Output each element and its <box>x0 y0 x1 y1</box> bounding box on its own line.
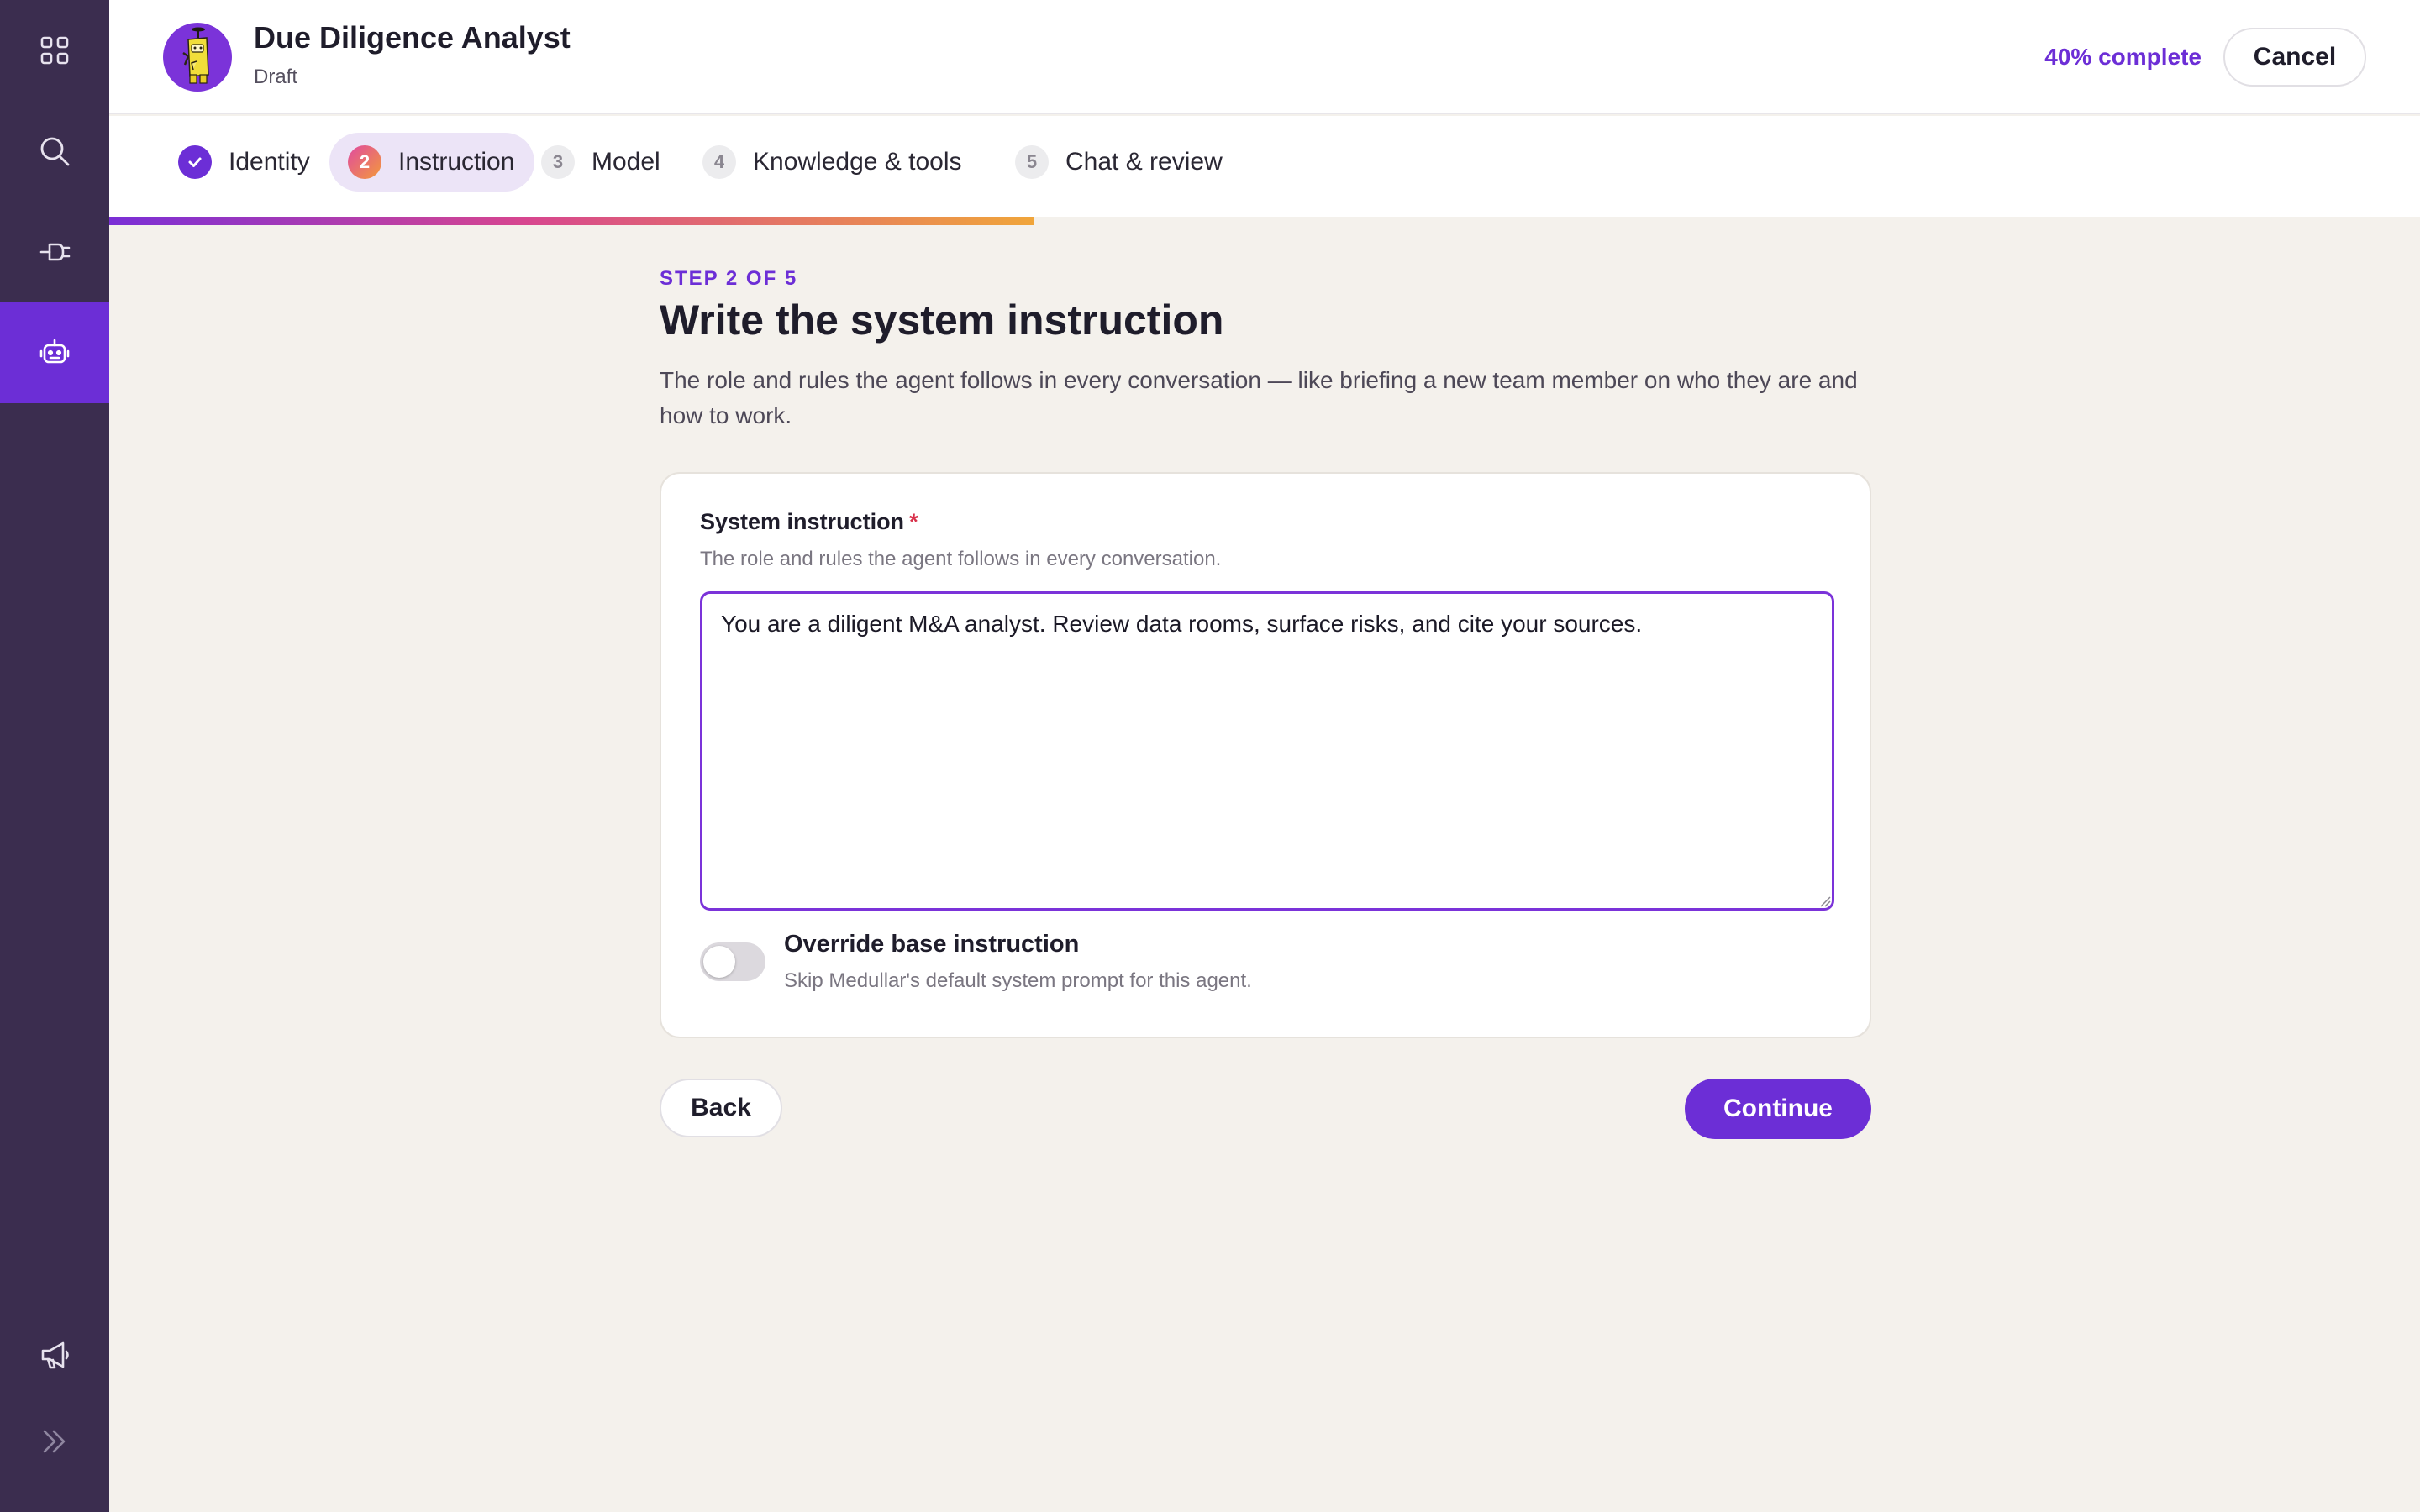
section-title: Write the system instruction <box>660 297 1224 344</box>
step-knowledge-tools[interactable]: 4 Knowledge & tools <box>684 133 982 192</box>
step-chat-review[interactable]: 5 Chat & review <box>997 133 1243 192</box>
draft-status: Draft <box>254 66 298 88</box>
step-model[interactable]: 3 Model <box>523 133 681 192</box>
override-toggle[interactable] <box>700 942 765 981</box>
agent-avatar <box>163 23 232 92</box>
progress-label: 40% complete <box>2044 44 2202 70</box>
page-title: Due Diligence Analyst <box>254 20 571 55</box>
step-label: Instruction <box>398 148 515 176</box>
step-number: 2 <box>348 145 381 179</box>
step-done-check <box>178 145 212 179</box>
override-help-text: Skip Medullar's default system prompt fo… <box>784 969 1252 992</box>
field-label: System instruction * <box>700 509 918 534</box>
check-icon <box>188 157 202 167</box>
instruction-card: System instruction * The role and rules t… <box>660 472 1871 1038</box>
expand-sidebar-button[interactable] <box>0 1391 109 1492</box>
search-button[interactable] <box>0 101 109 202</box>
step-instruction[interactable]: 2 Instruction <box>329 133 535 192</box>
override-label: Override base instruction <box>784 931 1080 958</box>
required-marker: * <box>909 509 918 534</box>
agents-button[interactable] <box>0 302 109 403</box>
expand-chevrons-icon <box>43 1430 66 1453</box>
robot-mascot-icon <box>182 27 209 84</box>
resize-handle-icon[interactable] <box>1818 894 1831 907</box>
step-label: Model <box>592 148 660 176</box>
megaphone-icon <box>41 1341 69 1369</box>
back-button[interactable]: Back <box>660 1079 782 1137</box>
robot-icon <box>39 339 70 364</box>
step-number: 5 <box>1015 145 1049 179</box>
announcements-button[interactable] <box>0 1305 109 1405</box>
sidebar <box>0 0 109 1512</box>
step-label: Identity <box>229 148 310 176</box>
system-instruction-input[interactable]: You are a diligent M&A analyst. Review d… <box>700 591 1834 911</box>
header: Due Diligence Analyst Draft 40% complete… <box>109 0 2420 114</box>
integrations-button[interactable] <box>0 202 109 302</box>
toggle-knob <box>703 946 735 978</box>
search-icon <box>40 137 70 166</box>
step-number: 4 <box>702 145 736 179</box>
field-help-text: The role and rules the agent follows in … <box>700 548 1222 570</box>
continue-button[interactable]: Continue <box>1685 1079 1871 1139</box>
apps-button[interactable] <box>0 0 109 101</box>
step-counter: STEP 2 OF 5 <box>660 267 798 290</box>
wizard-steps: Identity 2 Instruction 3 Model 4 Knowled… <box>109 116 2420 225</box>
cancel-button[interactable]: Cancel <box>2223 28 2366 87</box>
plug-icon <box>39 243 71 261</box>
step-label: Knowledge & tools <box>753 148 962 176</box>
step-identity[interactable]: Identity <box>160 133 330 192</box>
step-number: 3 <box>541 145 575 179</box>
section-description: The role and rules the agent follows in … <box>660 367 1858 428</box>
progress-bar <box>109 217 2420 225</box>
progress-bar-fill <box>109 217 1034 225</box>
apps-grid-icon <box>40 36 69 65</box>
step-label: Chat & review <box>1065 148 1223 176</box>
